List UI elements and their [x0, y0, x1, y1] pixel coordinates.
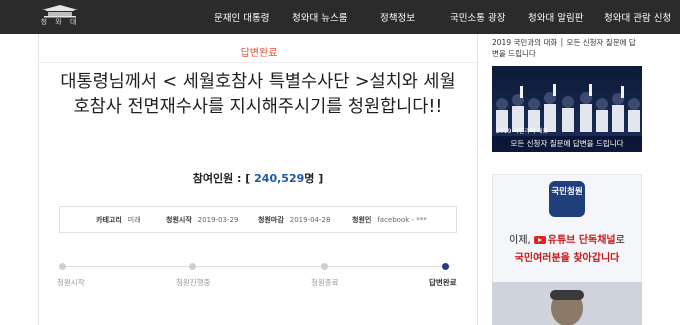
youtube-line-2: 국민여러분을 찾아갑니다	[514, 253, 620, 264]
step-dot-answered	[442, 263, 449, 270]
official-photo-banner[interactable]	[492, 282, 642, 325]
youtube-channel-banner[interactable]: 국민청원 이제, 유튜브 단독채널로 국민여러분을 찾아갑니다	[492, 174, 642, 292]
youtube-line: 이제, 유튜브 단독채널로	[493, 231, 641, 246]
step-dot-closed	[321, 263, 328, 270]
portrait-image	[492, 282, 642, 325]
banner-subtitle: 2019 국민과의 대화	[496, 128, 549, 135]
petition-panel: 답변완료 대통령님께서 < 세월호참사 특별수사단 >설치와 세월호참사 전면재…	[38, 34, 478, 325]
meta-end-value: 2019-04-28	[289, 215, 331, 224]
meta-category: 카테고리 미래	[96, 215, 141, 225]
town-hall-banner[interactable]: 2019 국민과의 대화 모든 신청자 질문에 답변을 드립니다	[492, 66, 642, 152]
meta-author: 청원인 facebook - ***	[352, 215, 427, 225]
step-label-ongoing: 청원진행중	[176, 278, 211, 287]
step-label-answered: 답변완료	[429, 278, 457, 287]
nav-item-newsroom[interactable]: 청와대 뉴스룸	[292, 10, 347, 24]
step-label-closed: 청원종료	[311, 278, 339, 287]
nav-item-public-square[interactable]: 국민소통 광장	[450, 10, 505, 24]
sidebar-caption[interactable]: 2019 국민과의 대화 │ 모든 신청자 질문에 답변을 드립니다	[492, 37, 642, 59]
meta-start-label: 청원시작	[166, 215, 192, 224]
divider	[39, 62, 477, 63]
meta-end: 청원마감 2019-04-28	[258, 215, 330, 225]
meta-category-label: 카테고리	[96, 215, 122, 224]
youtube-line-c: 로	[615, 235, 625, 246]
petition-badge: 국민청원	[549, 181, 585, 217]
participants-count: 참여인원 : [ 240,529명 ]	[39, 170, 477, 186]
meta-author-value: facebook - ***	[377, 215, 427, 224]
step-dot-ongoing	[189, 263, 196, 270]
logo[interactable]: 청 와 대	[32, 4, 88, 30]
meta-author-label: 청원인	[352, 215, 372, 224]
blue-house-icon	[42, 5, 78, 18]
step-dot-start	[59, 263, 66, 270]
youtube-icon	[533, 236, 546, 244]
nav-item-tour[interactable]: 청와대 관람 신청	[604, 10, 671, 24]
top-nav: 청 와 대 문재인 대통령 청와대 뉴스룸 정책정보 국민소통 광장 청와대 알…	[0, 0, 680, 34]
meta-category-value: 미래	[127, 215, 141, 224]
participants-suffix: 명 ]	[304, 172, 324, 185]
participants-value: 240,529	[254, 172, 305, 185]
meta-start: 청원시작 2019-03-29	[166, 215, 238, 225]
banner-caption: 모든 신청자 질문에 답변을 드립니다	[492, 136, 642, 152]
nav-item-policy[interactable]: 정책정보	[380, 10, 415, 24]
step-label-start: 청원시작	[57, 278, 85, 287]
progress-steps: 청원시작 청원진행중 청원종료 답변완료	[57, 262, 457, 302]
meta-end-label: 청원마감	[258, 215, 284, 224]
participants-label: 참여인원 : [	[192, 172, 251, 185]
youtube-line-b: 유튜브 단독채널	[547, 235, 616, 246]
page-title: 대통령님께서 < 세월호참사 특별수사단 >설치와 세월호참사 전면재수사를 지…	[60, 72, 456, 117]
status-badge: 답변완료	[240, 48, 278, 59]
nav-item-president[interactable]: 문재인 대통령	[214, 10, 269, 24]
youtube-line-a: 이제,	[509, 235, 531, 246]
nav-item-notice[interactable]: 청와대 알림판	[528, 10, 583, 24]
meta-start-value: 2019-03-29	[197, 215, 239, 224]
logo-text: 청 와 대	[40, 18, 80, 26]
petition-meta: 카테고리 미래 청원시작 2019-03-29 청원마감 2019-04-28 청원인…	[59, 206, 457, 233]
progress-track	[59, 266, 451, 267]
sidebar: 2019 국민과의 대화 │ 모든 신청자 질문에 답변을 드립니다 2019 …	[492, 34, 642, 325]
